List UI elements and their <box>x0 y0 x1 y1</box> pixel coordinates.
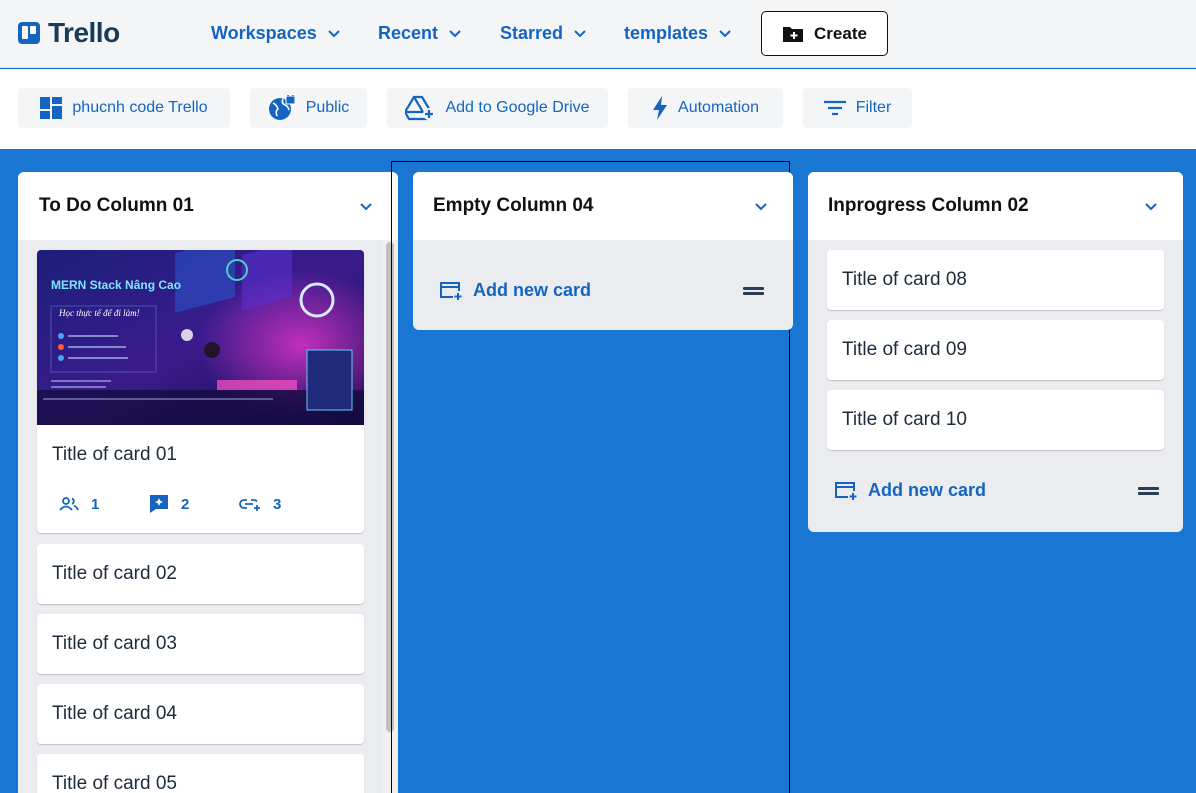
new-folder-icon <box>783 26 804 42</box>
card[interactable]: Title of card 02 <box>37 544 364 604</box>
chevron-down-icon <box>719 30 731 38</box>
attachments-count: 3 <box>273 495 282 513</box>
filter-chip[interactable]: Filter <box>803 88 912 128</box>
nav-workspaces-label: Workspaces <box>211 22 317 43</box>
visibility-chip[interactable]: Public <box>250 88 367 128</box>
card-title: Title of card 01 <box>52 444 177 465</box>
column-menu-toggle[interactable] <box>1139 194 1163 218</box>
trello-logo-icon <box>18 22 40 44</box>
chevron-down-icon <box>360 203 372 211</box>
trello-logo[interactable]: Trello <box>18 17 120 48</box>
nav-workspaces[interactable]: Workspaces <box>211 20 341 46</box>
nav-templates[interactable]: templates <box>624 20 732 46</box>
public-globe-icon <box>268 95 296 120</box>
comment-icon <box>150 495 168 513</box>
nav-starred[interactable]: Starred <box>500 20 587 46</box>
filter-icon <box>823 100 846 116</box>
comments-count: 2 <box>181 495 190 513</box>
app-name: Trello <box>48 17 120 48</box>
cover-tagline: Học thực tế để đi làm! <box>58 308 140 318</box>
add-card-label: Add new card <box>473 280 592 300</box>
chevron-down-icon <box>328 30 340 38</box>
card[interactable]: Title of card 05 <box>37 754 364 793</box>
card[interactable]: Title of card 03 <box>37 614 364 674</box>
card[interactable]: MERN Stack Nâng Cao Học thực tế để đi là… <box>37 250 364 533</box>
card-title: Title of card 02 <box>52 563 177 584</box>
chevron-down-icon <box>1145 203 1157 211</box>
group-icon <box>59 497 79 511</box>
nav-recent-label: Recent <box>378 22 439 43</box>
dashboard-icon <box>40 97 63 119</box>
add-card-icon <box>835 481 857 500</box>
add-to-drive-label: Add to Google Drive <box>445 99 590 116</box>
chevron-down-icon <box>755 203 767 211</box>
card-title: Title of card 09 <box>842 339 967 360</box>
card-cover-image: MERN Stack Nâng Cao Học thực tế để đi là… <box>37 250 364 425</box>
add-to-drive-chip[interactable]: Add to Google Drive <box>387 88 608 128</box>
column-title[interactable]: Empty Column 04 <box>433 195 593 217</box>
card-title: Title of card 04 <box>52 703 177 724</box>
drag-handle-icon[interactable] <box>1138 486 1160 496</box>
add-card-button[interactable]: Add new card <box>439 280 591 301</box>
column-header: Empty Column 04 <box>413 172 793 240</box>
add-link-icon <box>239 499 260 511</box>
nav-templates-label: templates <box>624 22 709 43</box>
top-navbar: Trello Workspaces Recent Starred templat… <box>0 0 1196 68</box>
board-bar: phucnh code Trello Public Add to Google … <box>0 69 1196 149</box>
members-count: 1 <box>91 495 100 513</box>
chevron-down-icon <box>574 30 586 38</box>
card[interactable]: Title of card 10 <box>827 390 1164 450</box>
nav-recent[interactable]: Recent <box>378 20 462 46</box>
column-header: To Do Column 01 <box>18 172 398 240</box>
attachments-button[interactable]: 3 <box>239 494 329 514</box>
card[interactable]: Title of card 08 <box>827 250 1164 310</box>
drag-handle-icon[interactable] <box>743 286 765 296</box>
members-button[interactable]: 1 <box>59 494 149 514</box>
automation-label: Automation <box>678 99 759 116</box>
cover-heading: MERN Stack Nâng Cao <box>51 278 181 292</box>
column-inprogress: Inprogress Column 02 Title of card 08 Ti… <box>808 172 1183 532</box>
column-empty: Empty Column 04 Add new card <box>413 172 793 330</box>
filter-label: Filter <box>855 99 892 116</box>
card-actions: 1 2 3 <box>59 494 329 514</box>
board-name-chip[interactable]: phucnh code Trello <box>18 88 230 128</box>
add-card-label: Add new card <box>868 480 987 500</box>
board-name: phucnh code Trello <box>72 99 208 116</box>
column-title[interactable]: Inprogress Column 02 <box>828 195 1029 217</box>
card-title: Title of card 03 <box>52 633 177 654</box>
add-card-button[interactable]: Add new card <box>834 480 986 501</box>
bolt-icon <box>653 96 668 120</box>
column-menu-toggle[interactable] <box>749 194 773 218</box>
column-header: Inprogress Column 02 <box>808 172 1183 240</box>
column-menu-toggle[interactable] <box>354 194 378 218</box>
card-title: Title of card 08 <box>842 269 967 290</box>
visibility-label: Public <box>305 99 350 116</box>
automation-chip[interactable]: Automation <box>628 88 783 128</box>
card-title: Title of card 10 <box>842 409 967 430</box>
create-button[interactable]: Create <box>761 11 888 56</box>
nav-starred-label: Starred <box>500 22 564 43</box>
chevron-down-icon <box>449 30 461 38</box>
card[interactable]: Title of card 04 <box>37 684 364 744</box>
add-card-icon <box>440 281 462 300</box>
card-title: Title of card 05 <box>52 773 177 793</box>
column-title[interactable]: To Do Column 01 <box>39 195 194 217</box>
card[interactable]: Title of card 09 <box>827 320 1164 380</box>
column-todo: To Do Column 01 MERN Stack Nâng Cao Học … <box>18 172 398 793</box>
google-drive-add-icon <box>405 95 436 121</box>
comments-button[interactable]: 2 <box>149 494 239 514</box>
create-button-label: Create <box>814 23 867 43</box>
